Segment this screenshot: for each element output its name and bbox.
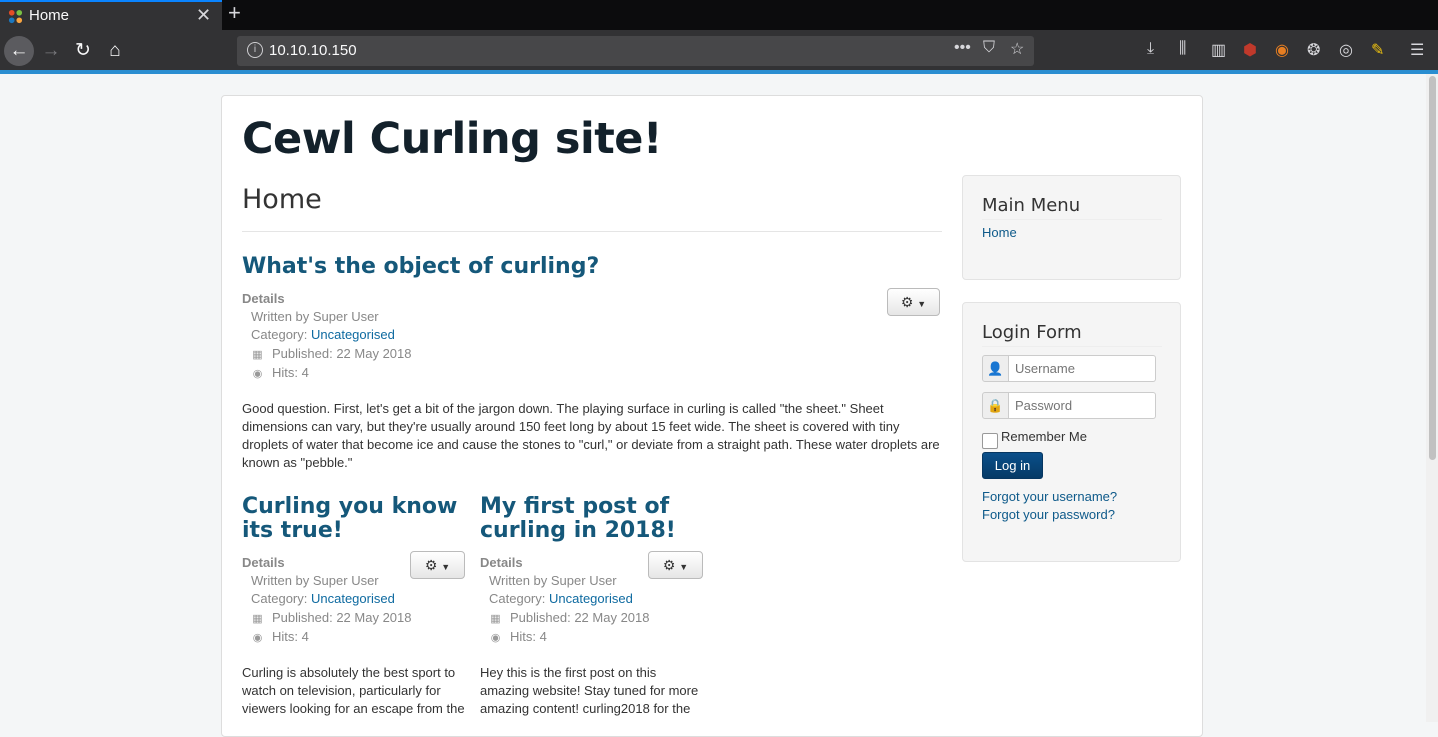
page-actions-icon[interactable]: ••• — [954, 39, 971, 57]
hits-text: Hits: 4 — [510, 629, 547, 644]
category-label: Category: — [251, 327, 311, 342]
article-tools-button[interactable]: ⚙ ▼ — [887, 288, 940, 316]
new-tab-icon[interactable]: + — [228, 0, 241, 26]
username-group: 👤 — [982, 355, 1156, 382]
gear-icon: ⚙ — [900, 294, 914, 310]
password-input[interactable] — [1009, 392, 1156, 419]
details-label: Details — [480, 555, 523, 570]
login-button[interactable]: Log in — [982, 452, 1043, 479]
username-input[interactable] — [1009, 355, 1156, 382]
category-link[interactable]: Uncategorised — [549, 591, 633, 606]
remember-me-checkbox[interactable] — [982, 433, 998, 449]
extension-fox-icon[interactable]: ◉ — [1275, 40, 1289, 60]
published-text: Published: 22 May 2018 — [272, 610, 412, 625]
category-label: Category: — [489, 591, 549, 606]
article-body: Hey this is the first post on this amazi… — [480, 665, 699, 716]
bookmark-star-icon[interactable]: ☆ — [1010, 39, 1024, 59]
forgot-password-link[interactable]: Forgot your password? — [982, 507, 1115, 522]
gear-icon: ⚙ — [662, 557, 676, 573]
article-body: Curling is absolutely the best sport to … — [242, 665, 465, 716]
eye-icon: ◉ — [252, 632, 263, 644]
details-label: Details — [242, 291, 285, 306]
menu-hamburger-icon[interactable]: ☰ — [1410, 40, 1424, 60]
tab-home[interactable]: Home ✕ — [0, 0, 222, 30]
account-icon[interactable]: ◎ — [1339, 40, 1353, 60]
article-hits: ◉ Hits: 4 — [489, 629, 547, 644]
article-category: Category: Uncategorised — [251, 591, 395, 606]
heading-divider — [242, 231, 942, 232]
published-text: Published: 22 May 2018 — [510, 610, 650, 625]
caret-down-icon: ▼ — [917, 299, 927, 309]
article-category: Category: Uncategorised — [251, 327, 395, 342]
forgot-username-link[interactable]: Forgot your username? — [982, 489, 1117, 504]
hits-text: Hits: 4 — [272, 629, 309, 644]
category-label: Category: — [251, 591, 311, 606]
calendar-icon: ▦ — [252, 349, 263, 361]
ublock-icon[interactable]: ⬢ — [1243, 40, 1257, 60]
sidebar-icon[interactable]: ▥ — [1211, 40, 1226, 60]
extension-wand-icon[interactable]: ✎ — [1371, 40, 1384, 60]
article-author: Written by Super User — [251, 573, 379, 588]
url-text[interactable]: 10.10.10.150 — [269, 42, 357, 59]
scrollbar-thumb[interactable] — [1429, 76, 1436, 460]
article-hits: ◉ Hits: 4 — [251, 629, 309, 644]
menu-item-home[interactable]: Home — [982, 225, 1017, 240]
url-bar[interactable]: i 10.10.10.150 ••• ⛉ ☆ — [237, 36, 1034, 66]
site-title[interactable]: Cewl Curling site! — [242, 114, 663, 164]
eye-icon: ◉ — [252, 368, 263, 380]
login-form-title: Login Form — [982, 322, 1082, 343]
home-icon[interactable]: ⌂ — [101, 37, 129, 65]
category-link[interactable]: Uncategorised — [311, 327, 395, 342]
joomla-favicon-icon — [8, 9, 23, 24]
article-published: ▦ Published: 22 May 2018 — [489, 610, 649, 625]
article-category: Category: Uncategorised — [489, 591, 633, 606]
tab-title: Home — [29, 7, 70, 24]
password-group: 🔒 — [982, 392, 1156, 419]
article-author: Written by Super User — [489, 573, 617, 588]
gear-icon: ⚙ — [424, 557, 438, 573]
tab-close-icon[interactable]: ✕ — [196, 5, 211, 26]
remember-me-label[interactable]: Remember Me — [1001, 429, 1087, 444]
details-label: Details — [242, 555, 285, 570]
article-hits: ◉ Hits: 4 — [251, 365, 309, 380]
article-author: Written by Super User — [251, 309, 379, 324]
article-body: Good question. First, let's get a bit of… — [242, 401, 940, 470]
back-icon[interactable]: ← — [4, 36, 34, 66]
article-tools-button[interactable]: ⚙ ▼ — [648, 551, 703, 579]
published-text: Published: 22 May 2018 — [272, 346, 412, 361]
caret-down-icon: ▼ — [441, 562, 451, 572]
eye-icon: ◉ — [490, 632, 501, 644]
category-link[interactable]: Uncategorised — [311, 591, 395, 606]
main-menu-title: Main Menu — [982, 195, 1081, 216]
article-tools-button[interactable]: ⚙ ▼ — [410, 551, 465, 579]
lock-icon: 🔒 — [982, 392, 1009, 419]
caret-down-icon: ▼ — [679, 562, 689, 572]
forward-icon[interactable]: → — [37, 37, 65, 65]
user-icon: 👤 — [982, 355, 1009, 382]
calendar-icon: ▦ — [252, 613, 263, 625]
module-divider — [982, 346, 1162, 347]
reload-icon[interactable]: ↻ — [69, 37, 97, 65]
article-title[interactable]: My first post of curling in 2018! — [480, 495, 700, 543]
calendar-icon: ▦ — [490, 613, 501, 625]
extension-cookie-icon[interactable]: ❂ — [1307, 40, 1320, 60]
module-divider — [982, 219, 1162, 220]
downloads-icon[interactable]: ⤓ — [1147, 40, 1154, 58]
hits-text: Hits: 4 — [272, 365, 309, 380]
library-icon[interactable]: ⫼ — [1179, 40, 1186, 58]
site-info-icon[interactable]: i — [247, 42, 263, 58]
article-published: ▦ Published: 22 May 2018 — [251, 346, 411, 361]
page-heading: Home — [242, 184, 322, 215]
pocket-icon[interactable]: ⛉ — [983, 39, 995, 57]
article-published: ▦ Published: 22 May 2018 — [251, 610, 411, 625]
article-title[interactable]: Curling you know its true! — [242, 495, 462, 543]
article-title[interactable]: What's the object of curling? — [242, 255, 842, 279]
